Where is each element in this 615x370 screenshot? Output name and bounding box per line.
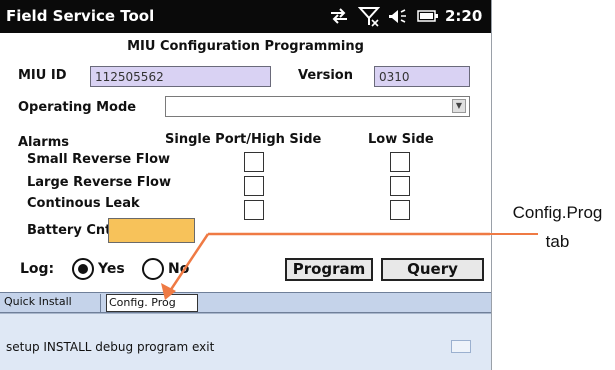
callout-label-line1: Config.Prog [512,203,603,222]
callout-label-line2: tab [545,232,570,251]
callout-arrow [161,232,490,300]
